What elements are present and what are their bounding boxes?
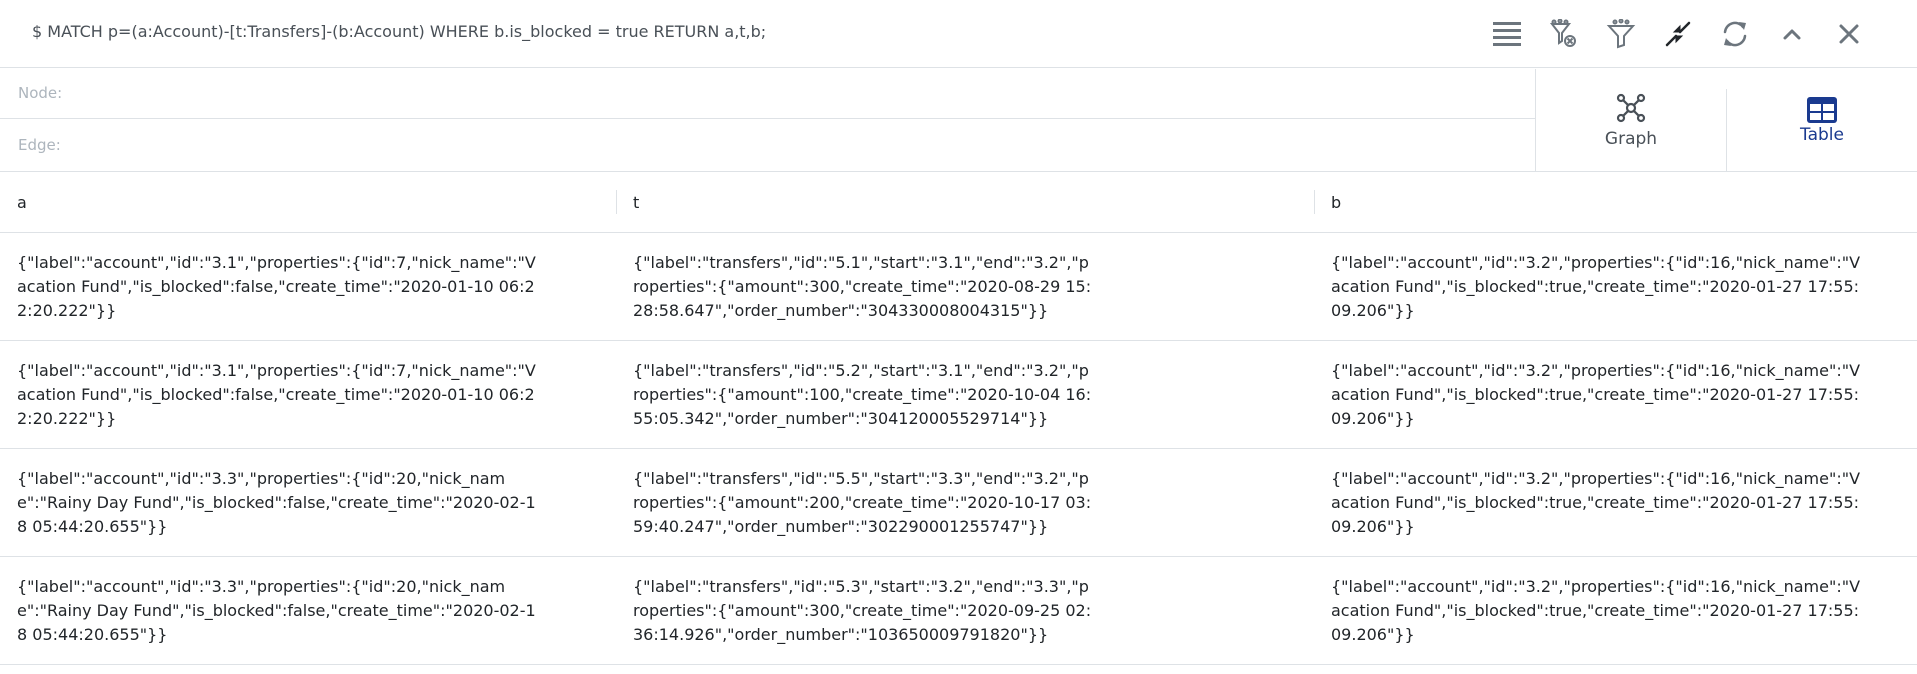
- cell-b[interactable]: {"label":"account","id":"3.2","propertie…: [1314, 556, 1917, 665]
- cell-t[interactable]: {"label":"transfers","id":"5.2","start":…: [616, 340, 1314, 449]
- table-view-label: Table: [1800, 124, 1844, 145]
- graph-icon: [1616, 93, 1646, 122]
- node-filter-row: [0, 69, 1535, 119]
- cell-b[interactable]: {"label":"account","id":"3.2","propertie…: [1314, 340, 1917, 449]
- graph-view-button[interactable]: Graph: [1536, 69, 1726, 172]
- query-text[interactable]: $ MATCH p=(a:Account)-[t:Transfers]-(b:A…: [32, 22, 766, 41]
- table-header-row: a t b: [0, 172, 1917, 233]
- query-bar: $ MATCH p=(a:Account)-[t:Transfers]-(b:A…: [0, 0, 1917, 68]
- table-row[interactable]: {"label":"account","id":"3.3","propertie…: [0, 448, 1917, 557]
- node-filter-input[interactable]: [16, 83, 1520, 103]
- list-icon[interactable]: [1487, 14, 1527, 54]
- table-icon: [1807, 96, 1837, 123]
- cell-b[interactable]: {"label":"account","id":"3.2","propertie…: [1314, 232, 1917, 341]
- edge-filter-input[interactable]: [16, 135, 1520, 155]
- column-header-a[interactable]: a: [0, 172, 616, 233]
- cell-a[interactable]: {"label":"account","id":"3.1","propertie…: [0, 232, 616, 341]
- close-icon[interactable]: [1829, 14, 1869, 54]
- collapse-icon[interactable]: [1658, 14, 1698, 54]
- cell-a[interactable]: {"label":"account","id":"3.3","propertie…: [0, 556, 616, 665]
- chevron-up-icon[interactable]: [1772, 14, 1812, 54]
- filter-icon[interactable]: [1601, 14, 1641, 54]
- column-header-t[interactable]: t: [616, 172, 1314, 233]
- cell-a[interactable]: {"label":"account","id":"3.3","propertie…: [0, 448, 616, 557]
- table-row[interactable]: {"label":"account","id":"3.3","propertie…: [0, 556, 1917, 665]
- column-header-b[interactable]: b: [1314, 172, 1917, 233]
- filter-remove-icon[interactable]: [1544, 14, 1584, 54]
- refresh-icon[interactable]: [1715, 14, 1755, 54]
- cell-t[interactable]: {"label":"transfers","id":"5.3","start":…: [616, 556, 1314, 665]
- graph-view-label: Graph: [1604, 128, 1658, 149]
- cell-a[interactable]: {"label":"account","id":"3.1","propertie…: [0, 340, 616, 449]
- edge-filter-row: [0, 119, 1535, 172]
- results-table-wrap: a t b {"label":"account","id":"3.1","pro…: [0, 172, 1917, 665]
- table-row[interactable]: {"label":"account","id":"3.1","propertie…: [0, 232, 1917, 341]
- cell-t[interactable]: {"label":"transfers","id":"5.1","start":…: [616, 232, 1314, 341]
- table-row[interactable]: {"label":"account","id":"3.1","propertie…: [0, 340, 1917, 449]
- cell-b[interactable]: {"label":"account","id":"3.2","propertie…: [1314, 448, 1917, 557]
- cell-t[interactable]: {"label":"transfers","id":"5.5","start":…: [616, 448, 1314, 557]
- toolbar: [1487, 0, 1917, 68]
- view-switcher: Graph Table: [1535, 69, 1917, 172]
- results-table: a t b {"label":"account","id":"3.1","pro…: [0, 172, 1917, 665]
- table-view-button[interactable]: Table: [1727, 69, 1917, 172]
